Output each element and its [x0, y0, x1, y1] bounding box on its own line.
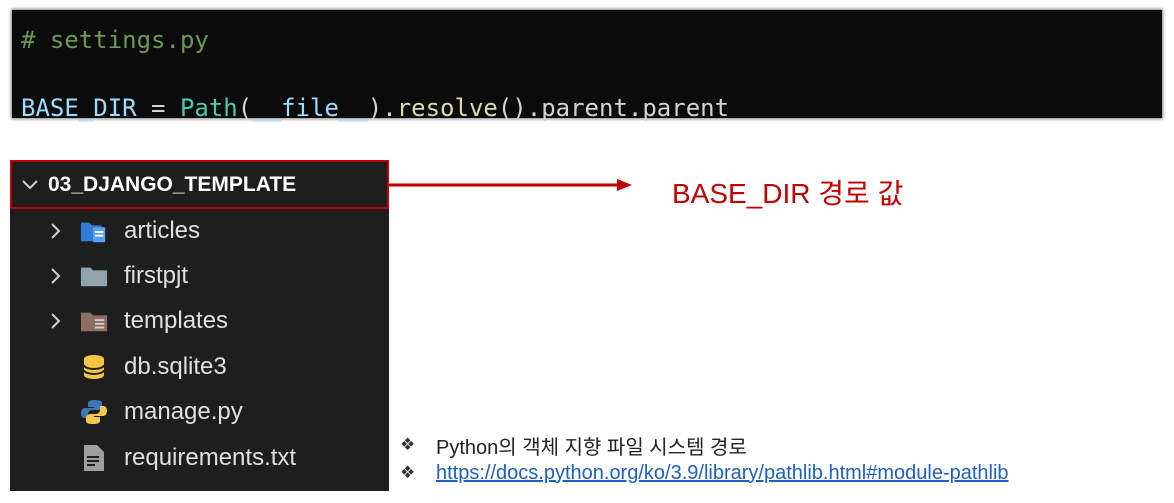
diamond-bullet-icon: ❖	[400, 463, 416, 482]
pathlib-docs-link[interactable]: https://docs.python.org/ko/3.9/library/p…	[436, 462, 1009, 485]
code-function: resolve	[396, 94, 498, 122]
arrow-icon	[389, 179, 632, 191]
code-paren-open: (	[237, 94, 253, 122]
tree-item-label: manage.py	[124, 398, 243, 425]
note-item: ❖ Python의 객체 지향 파일 시스템 경로	[400, 431, 1009, 459]
code-paren-close: ).	[367, 94, 397, 122]
tree-item-templates[interactable]: templates	[10, 299, 389, 343]
tree-item-db-sqlite3[interactable]: db.sqlite3	[10, 345, 389, 389]
tree-item-firstpjt[interactable]: firstpjt	[10, 254, 389, 298]
chevron-right-icon	[46, 219, 66, 243]
notes: ❖ Python의 객체 지향 파일 시스템 경로 ❖ https://docs…	[400, 431, 1009, 487]
code-var: BASE_DIR	[21, 94, 137, 122]
tree-item-label: requirements.txt	[124, 444, 297, 471]
tree-item-label: templates	[124, 307, 229, 334]
explorer-root-label: 03_DJANGO_TEMPLATE	[48, 172, 297, 196]
python-icon	[80, 398, 108, 426]
code-base-dir-line: BASE_DIR = Path(__file__).resolve().pare…	[21, 94, 729, 122]
note-item: ❖ https://docs.python.org/ko/3.9/library…	[400, 459, 1009, 487]
tree-item-manage-py[interactable]: manage.py	[10, 390, 389, 434]
chevron-down-icon	[20, 179, 40, 191]
code-comment-line: # settings.py	[21, 26, 209, 54]
tree-item-requirements-txt[interactable]: requirements.txt	[10, 436, 389, 480]
code-class: Path	[179, 94, 238, 122]
code-rest: ().parent.parent	[497, 94, 730, 122]
code-arg: __file__	[252, 94, 368, 122]
tree-item-label: db.sqlite3	[124, 353, 227, 380]
code-block: # settings.py BASE_DIR = Path(__file__).…	[12, 10, 1162, 122]
tree-item-articles[interactable]: articles	[10, 209, 389, 253]
diamond-bullet-icon: ❖	[400, 435, 416, 454]
note-text: Python의 객체 지향 파일 시스템 경로	[436, 436, 747, 459]
chevron-right-icon	[46, 309, 66, 333]
file-explorer: 03_DJANGO_TEMPLATE articles firstpjt tem…	[10, 160, 389, 491]
base-dir-annotation: BASE_DIR 경로 값	[672, 178, 904, 209]
explorer-root-folder[interactable]: 03_DJANGO_TEMPLATE	[10, 160, 389, 209]
text-file-icon	[80, 444, 108, 472]
tree-item-label: articles	[124, 217, 201, 244]
chevron-right-icon	[46, 264, 66, 288]
folder-template-icon	[80, 307, 108, 335]
code-op: =	[136, 94, 180, 122]
database-icon	[80, 353, 108, 381]
tree-item-label: firstpjt	[124, 262, 189, 289]
folder-icon	[80, 262, 108, 290]
folder-doc-icon	[80, 217, 108, 245]
